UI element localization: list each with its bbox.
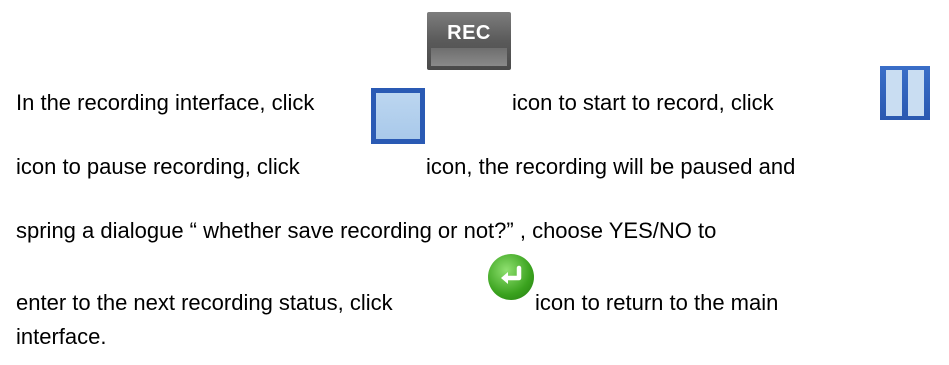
- line4-text-part1: enter to the next recording status, clic…: [16, 290, 393, 315]
- rec-icon: REC: [427, 12, 511, 70]
- return-icon: [488, 254, 534, 300]
- line1-text-part1: In the recording interface, click: [16, 90, 315, 115]
- pause-icon: [880, 66, 930, 120]
- line5-text: interface.: [16, 324, 107, 349]
- text-line-3: spring a dialogue “ whether save recordi…: [0, 218, 949, 244]
- return-arrow-icon: [501, 265, 522, 284]
- text-line-4: enter to the next recording status, clic…: [0, 254, 949, 316]
- text-line-5: interface.: [0, 324, 949, 350]
- line2-text-part2: icon, the recording will be paused and: [426, 154, 796, 179]
- line3-text: spring a dialogue “ whether save recordi…: [16, 218, 717, 243]
- text-line-1: In the recording interface, click REC ic…: [0, 12, 949, 120]
- line2-text-part1: icon to pause recording, click: [16, 154, 300, 179]
- line1-text-part2: icon to start to record, click: [512, 90, 774, 115]
- stop-icon: [371, 88, 425, 144]
- line4-text-part2: icon to return to the main: [535, 290, 779, 315]
- text-line-2: icon to pause recording, click icon, the…: [0, 88, 949, 180]
- rec-icon-label: REC: [447, 22, 491, 44]
